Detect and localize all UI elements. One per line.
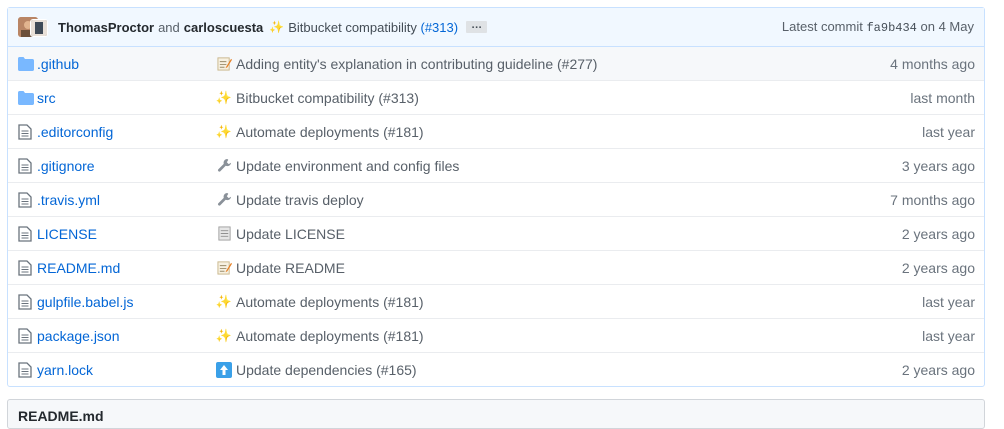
latest-commit-bar: ThomasProctor and carloscuesta ✨ Bitbuck… [8, 8, 984, 47]
and-text: and [158, 19, 180, 35]
commit-message-text[interactable]: Adding entity's explanation in contribut… [236, 56, 597, 72]
file-name-link[interactable]: package.json [37, 328, 120, 344]
file-name-link[interactable]: .travis.yml [37, 192, 100, 208]
commit-age: 3 years ago [901, 157, 975, 174]
memo-icon [216, 260, 232, 276]
commit-age: 2 years ago [901, 225, 975, 242]
commit-age: last year [922, 123, 975, 140]
author-avatars[interactable] [18, 17, 54, 37]
pr-link[interactable]: (#313) [420, 20, 458, 35]
commit-message[interactable]: ✨ Automate deployments (#181) [216, 294, 424, 310]
file-icon [18, 362, 34, 378]
sparkles-icon: ✨ [215, 123, 233, 139]
file-name-link[interactable]: LICENSE [37, 226, 97, 242]
file-icon [18, 328, 34, 344]
commit-message-text[interactable]: Automate deployments (#181) [236, 328, 424, 344]
file-row[interactable]: README.md Update README 2 years ago [8, 250, 984, 284]
latest-commit-info: Latest commit fa9b434 on 4 May [782, 19, 974, 35]
file-name-link[interactable]: README.md [37, 260, 120, 276]
file-name-link[interactable]: .gitignore [37, 158, 95, 174]
arrow-up-icon [216, 361, 232, 378]
file-icon [18, 260, 34, 276]
file-icon [18, 124, 34, 140]
readme-header: README.md [7, 399, 985, 429]
file-row[interactable]: package.json ✨ Automate deployments (#181)… [8, 318, 984, 352]
readme-title: README.md [18, 408, 104, 424]
latest-commit-label: Latest commit [781, 19, 863, 34]
commit-author-link[interactable]: carloscuesta [184, 20, 264, 35]
avatar[interactable] [30, 19, 48, 37]
file-name-link[interactable]: yarn.lock [37, 362, 93, 378]
file-row[interactable]: LICENSE Update LICENSE 2 years ago [8, 216, 984, 250]
commit-message[interactable]: Update dependencies (#165) [216, 361, 417, 378]
commit-message[interactable]: Update LICENSE [216, 226, 345, 242]
commit-age: 2 years ago [901, 361, 975, 378]
folder-icon [18, 91, 34, 107]
commit-message[interactable]: Adding entity's explanation in contribut… [216, 56, 597, 72]
file-name-link[interactable]: .github [37, 56, 79, 72]
file-icon [18, 158, 34, 174]
wrench-icon [216, 192, 232, 208]
file-name-link[interactable]: src [37, 90, 56, 106]
file-list: .github Adding entity's explanation in co… [8, 47, 984, 386]
commit-message-text[interactable]: Bitbucket compatibility [288, 20, 417, 35]
commit-message-text[interactable]: Automate deployments (#181) [236, 294, 424, 310]
expand-commit-button[interactable]: … [466, 20, 488, 33]
folder-icon [18, 57, 34, 73]
sparkles-icon: ✨ [215, 89, 233, 105]
file-browser: ThomasProctor and carloscuesta ✨ Bitbuck… [7, 7, 985, 387]
commit-message-text[interactable]: Automate deployments (#181) [236, 124, 424, 140]
sparkles-icon: ✨ [215, 293, 233, 309]
commit-message-text[interactable]: Update dependencies (#165) [236, 362, 417, 378]
commit-date: on 4 May [920, 19, 974, 34]
commit-message[interactable]: Update travis deploy [216, 192, 364, 208]
commit-message-text[interactable]: Update README [236, 260, 345, 276]
commit-message-text[interactable]: Bitbucket compatibility (#313) [236, 90, 419, 106]
commit-message[interactable]: ✨ Bitbucket compatibility (#313) [216, 90, 419, 106]
commit-message[interactable]: ✨ Automate deployments (#181) [216, 124, 424, 140]
commit-message[interactable]: Update environment and config files [216, 158, 459, 174]
commit-age: last month [910, 89, 975, 106]
file-row[interactable]: .github Adding entity's explanation in co… [8, 47, 984, 80]
commit-age: 7 months ago [890, 191, 975, 208]
file-row[interactable]: .editorconfig ✨ Automate deployments (#181… [8, 114, 984, 148]
file-row[interactable]: .gitignore Update environment and config … [8, 148, 984, 182]
file-name-link[interactable]: .editorconfig [37, 124, 113, 140]
commit-age: 4 months ago [890, 55, 975, 72]
wrench-icon [216, 158, 232, 174]
sparkles-icon: ✨ [215, 327, 233, 343]
sparkles-icon: ✨ [269, 20, 285, 34]
commit-message[interactable]: Update README [216, 260, 345, 276]
page-icon [216, 226, 232, 242]
file-icon [18, 226, 34, 242]
commit-message[interactable]: ✨ Automate deployments (#181) [216, 328, 424, 344]
file-icon [18, 294, 34, 310]
file-row[interactable]: yarn.lock Update dependencies (#165) 2 yea… [8, 352, 984, 386]
memo-icon [216, 56, 232, 72]
commit-author-link[interactable]: ThomasProctor [58, 20, 154, 35]
file-name-link[interactable]: gulpfile.babel.js [37, 294, 134, 310]
file-row[interactable]: src ✨ Bitbucket compatibility (#313) last m… [8, 80, 984, 114]
commit-sha-link[interactable]: fa9b434 [866, 21, 916, 35]
file-icon [18, 192, 34, 208]
commit-message-text[interactable]: Update travis deploy [236, 192, 364, 208]
commit-message-text[interactable]: Update LICENSE [236, 226, 345, 242]
commit-message[interactable]: Bitbucket compatibility (#313) [288, 20, 458, 35]
commit-age: last year [922, 327, 975, 344]
file-row[interactable]: .travis.yml Update travis deploy 7 months … [8, 182, 984, 216]
commit-age: last year [922, 293, 975, 310]
file-row[interactable]: gulpfile.babel.js ✨ Automate deployments (… [8, 284, 984, 318]
commit-age: 2 years ago [901, 259, 975, 276]
commit-message-text[interactable]: Update environment and config files [236, 158, 459, 174]
